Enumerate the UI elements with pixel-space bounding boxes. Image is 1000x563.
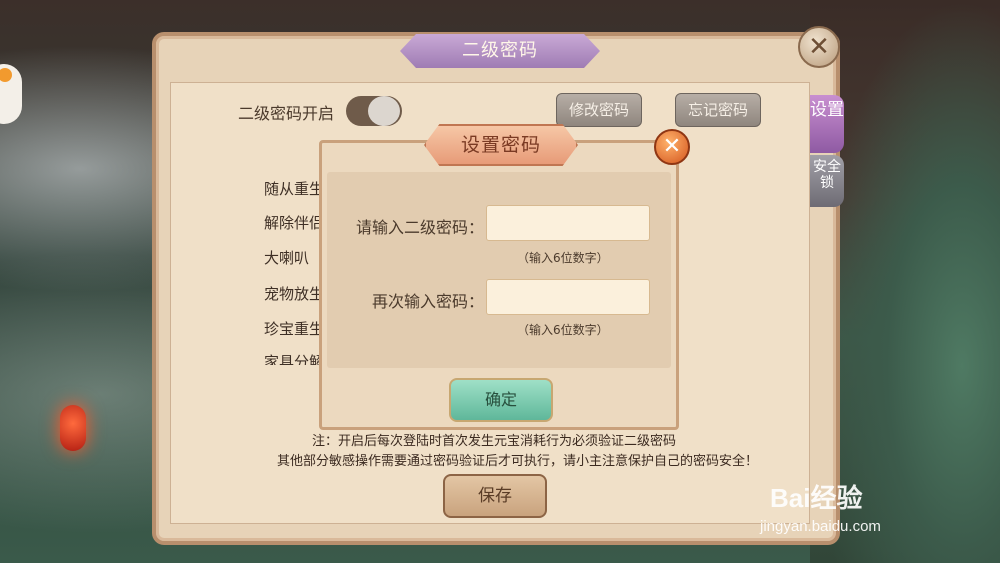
dialog-title: 设置密码 <box>424 124 578 166</box>
tab-security-lock[interactable]: 安全锁 <box>810 155 844 207</box>
confirm-button[interactable]: 确定 <box>449 378 553 422</box>
close-icon[interactable]: ✕ <box>798 26 840 68</box>
list-item: 大喇叭 <box>264 249 310 267</box>
confirm-password-input[interactable] <box>486 279 650 315</box>
tab-settings[interactable]: 设置 <box>810 95 844 153</box>
list-item: 宠物放生 <box>264 285 325 303</box>
confirm-password-label: 再次输入密码： <box>372 292 485 311</box>
password-label: 请输入二级密码： <box>356 218 485 237</box>
baidu-watermark-logo: Bai经验 <box>770 483 863 513</box>
window-title: 二级密码 <box>400 34 600 68</box>
list-item: 珍宝重生 <box>264 320 325 338</box>
enable-label: 二级密码开启 <box>238 104 335 123</box>
list-item: 解除伴侣 <box>264 214 325 232</box>
change-password-button[interactable]: 修改密码 <box>556 93 642 127</box>
save-button[interactable]: 保存 <box>443 474 547 518</box>
list-item: 家具分解 <box>264 353 325 365</box>
password-input[interactable] <box>486 205 650 241</box>
forgot-password-button[interactable]: 忘记密码 <box>675 93 761 127</box>
dialog-close-icon[interactable]: ✕ <box>654 129 690 165</box>
confirm-password-hint: （输入6位数字） <box>517 323 609 337</box>
password-hint: （输入6位数字） <box>517 251 609 265</box>
watermark-url: jingyan.baidu.com <box>760 518 881 535</box>
note-line-2: 其他部分敏感操作需要通过密码验证后才可执行，请小主注意保护自己的密码安全！ <box>277 454 759 469</box>
note-line-1: 注：开启后每次登陆时首次发生元宝消耗行为必须验证二级密码 <box>312 434 677 449</box>
lantern-icon <box>60 405 86 451</box>
list-item: 随从重生 <box>264 180 325 198</box>
toggle-knob <box>368 96 400 126</box>
dialog-body <box>327 172 671 368</box>
